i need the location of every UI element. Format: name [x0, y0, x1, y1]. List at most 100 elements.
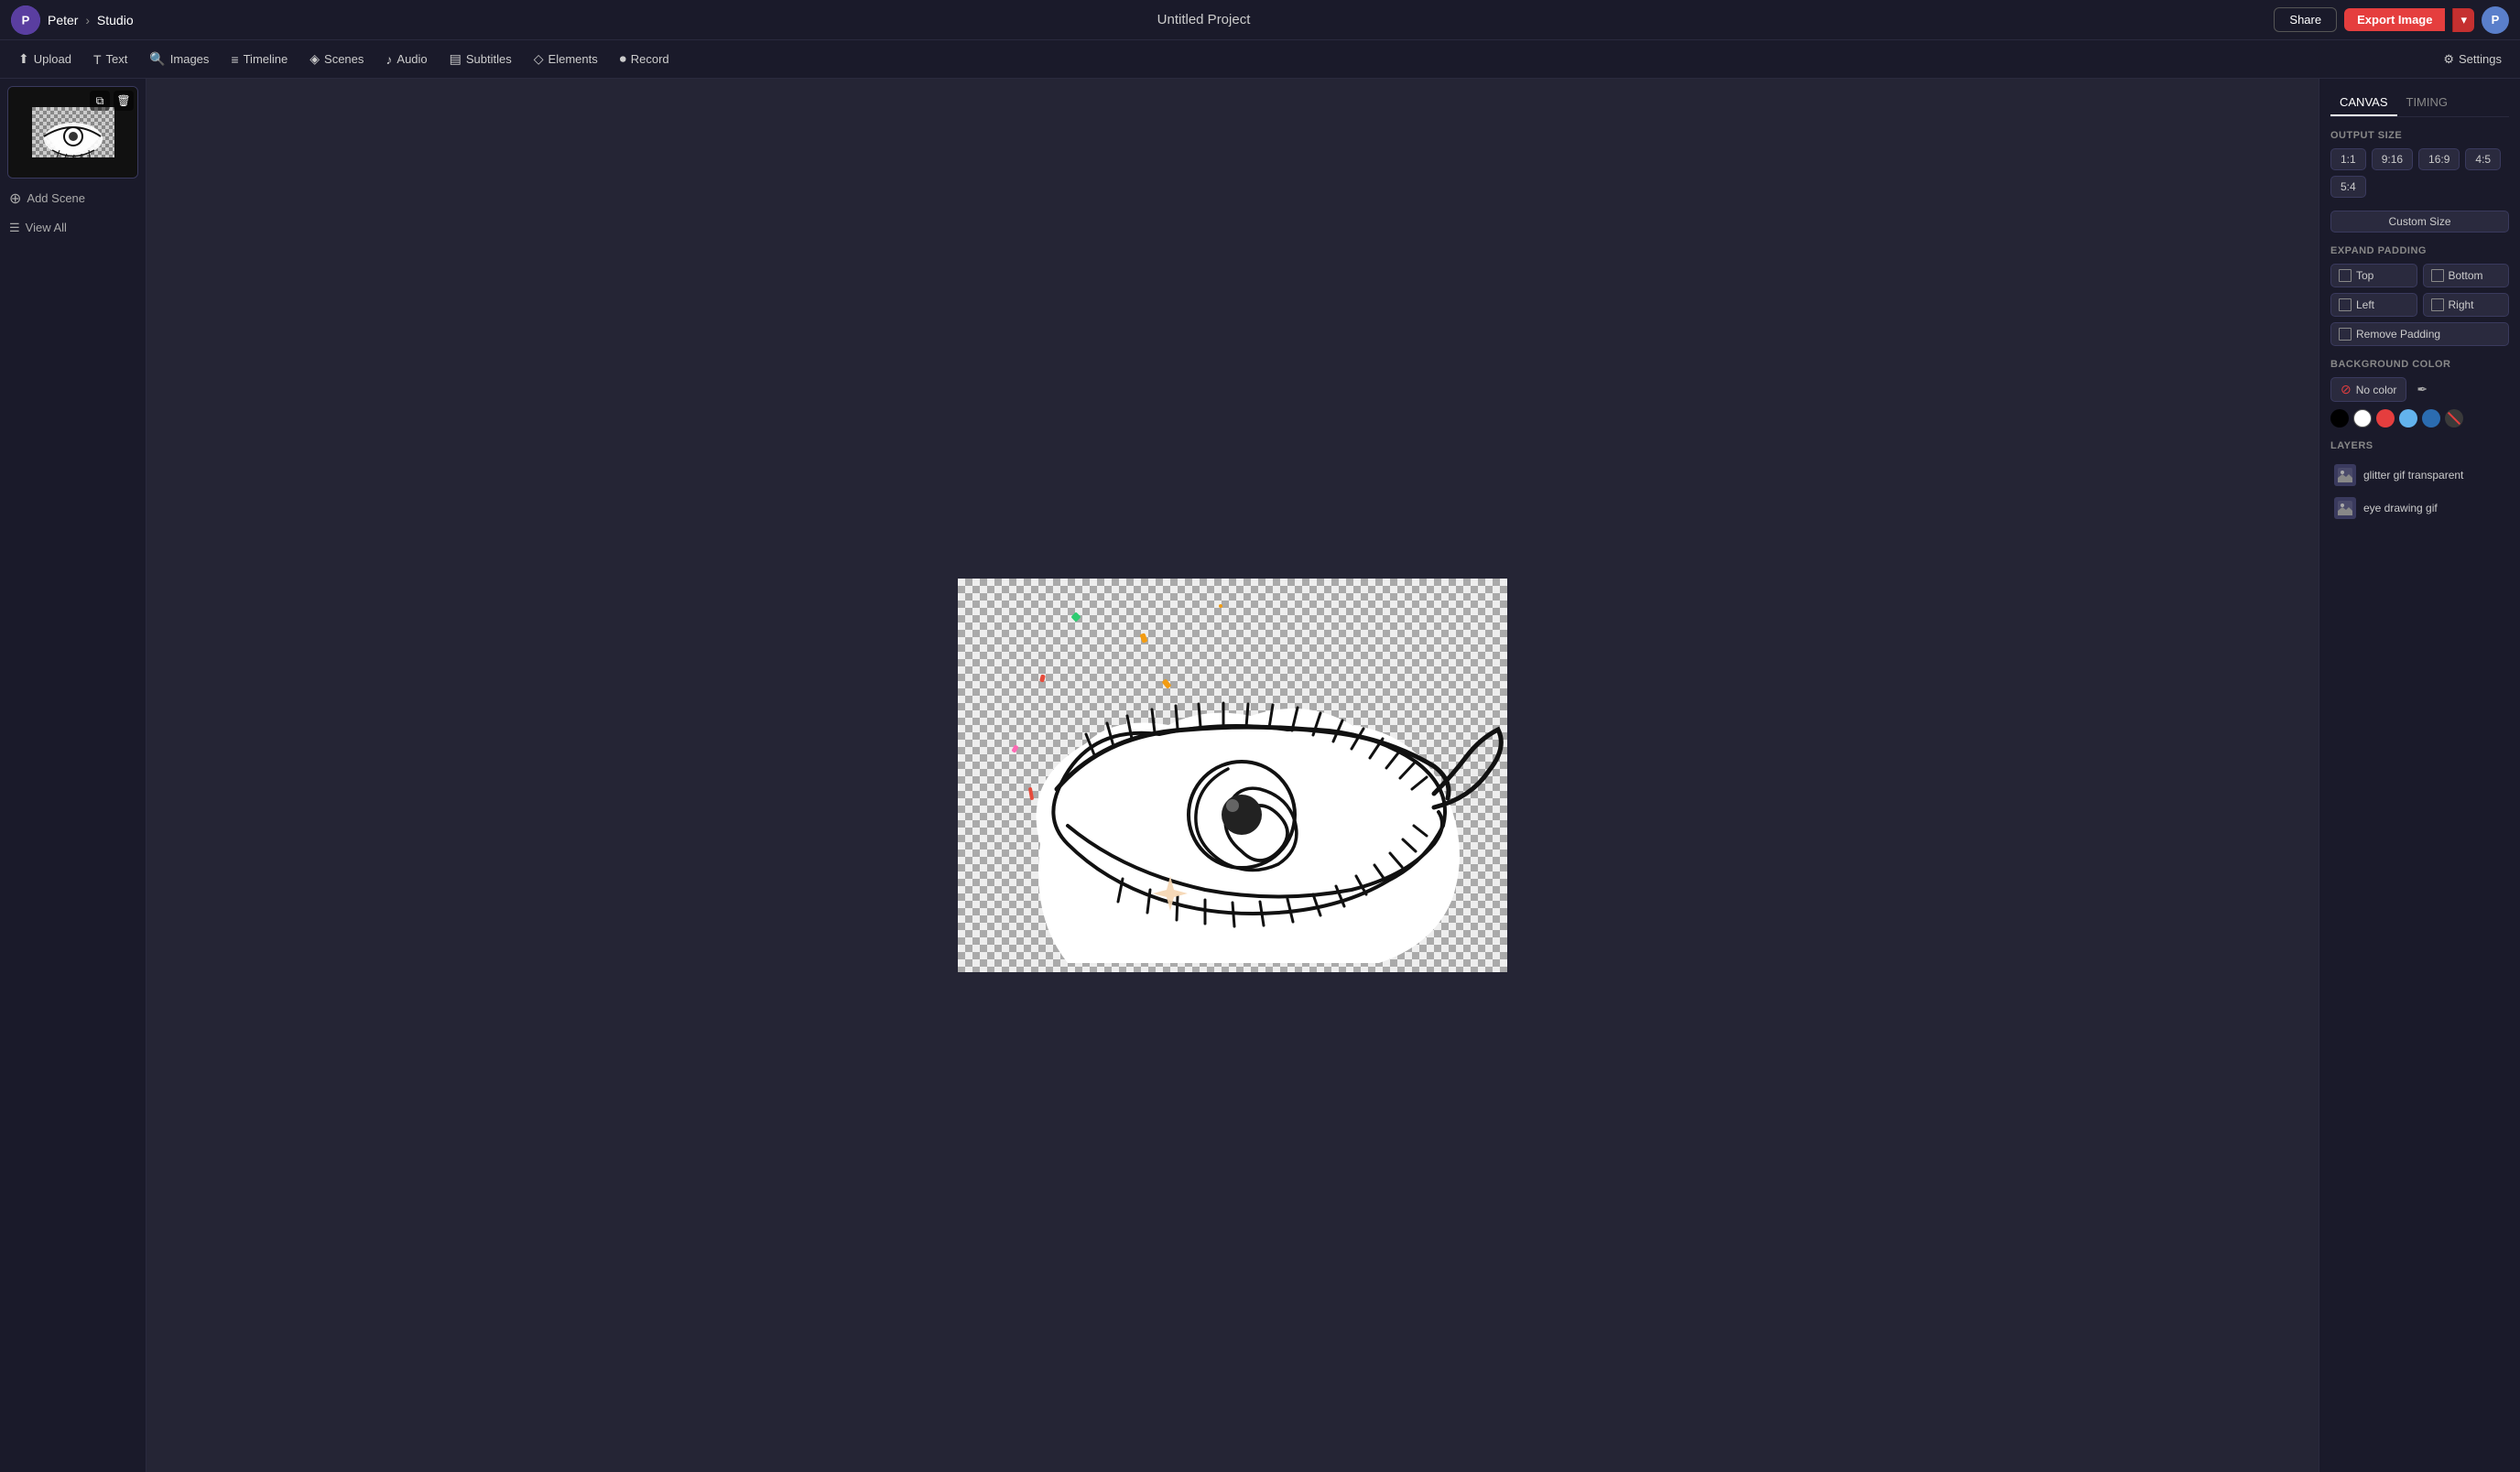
padding-bottom-button[interactable]: Bottom	[2423, 264, 2510, 287]
padding-left-button[interactable]: Left	[2330, 293, 2417, 317]
studio-label[interactable]: Studio	[97, 13, 134, 27]
layer-image-icon-2	[2338, 501, 2352, 515]
delete-scene-button[interactable]: 🗑	[114, 91, 134, 111]
color-swatches	[2330, 409, 2509, 428]
topbar-left: P Peter › Studio	[11, 5, 134, 35]
main-layout: ⧉ 🗑	[0, 79, 2520, 1472]
topbar-right: Share Export Image ▾ P	[2274, 6, 2509, 34]
sidebar: ⧉ 🗑	[0, 79, 147, 1472]
no-color-label: No color	[2356, 384, 2397, 396]
right-panel: CANVAS TIMING OUTPUT SIZE 1:1 9:16 16:9 …	[2319, 79, 2520, 1472]
swatch-black[interactable]	[2330, 409, 2349, 428]
toolbar-subtitles-label: Subtitles	[466, 52, 512, 66]
upload-icon: ⬆	[18, 51, 29, 67]
canvas-wrapper[interactable]	[958, 579, 1507, 972]
output-size-grid: 1:1 9:16 16:9 4:5 5:4	[2330, 148, 2509, 198]
background-color-section: BACKGROUND COLOR ⊘ No color ✒	[2330, 359, 2509, 428]
canvas-background	[958, 579, 1507, 972]
swatch-red[interactable]	[2376, 409, 2395, 428]
toolbar-elements[interactable]: ◇ Elements	[525, 47, 607, 71]
layers-label: LAYERS	[2330, 440, 2509, 451]
toolbar-text[interactable]: T Text	[84, 48, 136, 71]
expand-padding-label: EXPAND PADDING	[2330, 245, 2509, 256]
settings-label: Settings	[2459, 52, 2502, 66]
toolbar-scenes-label: Scenes	[324, 52, 364, 66]
size-5-4[interactable]: 5:4	[2330, 176, 2366, 198]
tab-timing[interactable]: TIMING	[2397, 90, 2458, 116]
remove-padding-icon	[2339, 328, 2352, 341]
toolbar-timeline-label: Timeline	[244, 52, 288, 66]
subtitles-icon: ▤	[450, 51, 462, 67]
share-button[interactable]: Share	[2274, 7, 2337, 32]
padding-top-button[interactable]: Top	[2330, 264, 2417, 287]
settings-button[interactable]: ⚙ Settings	[2434, 48, 2511, 71]
layers-section: LAYERS glitter gif transparent	[2330, 440, 2509, 525]
no-color-icon: ⊘	[2341, 382, 2352, 397]
toolbar-elements-label: Elements	[549, 52, 598, 66]
breadcrumb-sep: ›	[85, 13, 90, 27]
layer-name-2: eye drawing gif	[2363, 502, 2438, 514]
toolbar-upload-label: Upload	[34, 52, 71, 66]
padding-right-label: Right	[2449, 298, 2474, 311]
size-9-16[interactable]: 9:16	[2372, 148, 2413, 170]
padding-top-icon	[2339, 269, 2352, 282]
toolbar-images-label: Images	[170, 52, 210, 66]
scene-thumbnail[interactable]: ⧉ 🗑	[7, 86, 138, 179]
size-16-9[interactable]: 16:9	[2418, 148, 2460, 170]
view-all-button[interactable]: ☰ View All	[7, 217, 138, 239]
layer-item-1[interactable]: glitter gif transparent	[2330, 459, 2509, 492]
toolbar-record[interactable]: ⏺ Record	[611, 47, 679, 71]
swatch-no-color[interactable]	[2445, 409, 2463, 428]
avatar[interactable]: P	[11, 5, 40, 35]
export-chevron-button[interactable]: ▾	[2452, 8, 2474, 32]
toolbar-scenes[interactable]: ◈ Scenes	[300, 47, 373, 71]
user-name[interactable]: Peter	[48, 13, 78, 27]
svg-text:P: P	[22, 13, 30, 27]
toolbar-images[interactable]: 🔍 Images	[140, 47, 218, 71]
eyedropper-icon: ✒	[2417, 382, 2428, 396]
text-icon: T	[93, 52, 102, 67]
bg-color-label: BACKGROUND COLOR	[2330, 359, 2509, 370]
user-avatar[interactable]: P	[2482, 6, 2509, 34]
toolbar-timeline[interactable]: ≡ Timeline	[222, 48, 297, 71]
expand-padding-section: EXPAND PADDING Top Bottom Left Right	[2330, 245, 2509, 346]
gear-icon: ⚙	[2443, 52, 2454, 67]
breadcrumb: Peter › Studio	[48, 13, 134, 27]
export-button[interactable]: Export Image	[2344, 8, 2445, 31]
tab-canvas[interactable]: CANVAS	[2330, 90, 2397, 116]
scene-thumb-actions: ⧉ 🗑	[90, 91, 134, 111]
duplicate-scene-button[interactable]: ⧉	[90, 91, 110, 111]
plus-icon: ⊕	[9, 189, 21, 208]
padding-buttons-grid: Top Bottom Left Right	[2330, 264, 2509, 317]
timeline-icon: ≡	[231, 52, 238, 67]
toolbar-upload[interactable]: ⬆ Upload	[9, 47, 81, 71]
padding-bottom-label: Bottom	[2449, 269, 2483, 282]
audio-icon: ♪	[386, 52, 392, 67]
swatch-white[interactable]	[2353, 409, 2372, 428]
padding-top-label: Top	[2356, 269, 2373, 282]
padding-right-icon	[2431, 298, 2444, 311]
padding-left-label: Left	[2356, 298, 2374, 311]
record-icon: ⏺	[620, 51, 626, 67]
no-color-swatch-icon	[2446, 410, 2463, 428]
swatch-blue-dark[interactable]	[2422, 409, 2440, 428]
remove-padding-button[interactable]: Remove Padding	[2330, 322, 2509, 346]
no-color-button[interactable]: ⊘ No color	[2330, 377, 2406, 402]
layer-name-1: glitter gif transparent	[2363, 469, 2463, 482]
size-1-1[interactable]: 1:1	[2330, 148, 2366, 170]
view-all-label: View All	[26, 221, 67, 234]
size-4-5[interactable]: 4:5	[2465, 148, 2501, 170]
elements-icon: ◇	[534, 51, 544, 67]
add-scene-label: Add Scene	[27, 191, 85, 205]
custom-size-button[interactable]: Custom Size	[2330, 211, 2509, 233]
toolbar-audio[interactable]: ♪ Audio	[376, 48, 436, 71]
layer-item-2[interactable]: eye drawing gif	[2330, 492, 2509, 525]
eyedropper-button[interactable]: ✒	[2414, 379, 2430, 400]
swatch-blue-light[interactable]	[2399, 409, 2417, 428]
toolbar-subtitles[interactable]: ▤ Subtitles	[440, 47, 521, 71]
remove-padding-label: Remove Padding	[2356, 328, 2440, 341]
bg-color-row: ⊘ No color ✒	[2330, 377, 2509, 402]
add-scene-button[interactable]: ⊕ Add Scene	[7, 186, 138, 211]
padding-right-button[interactable]: Right	[2423, 293, 2510, 317]
toolbar: ⬆ Upload T Text 🔍 Images ≡ Timeline ◈ Sc…	[0, 40, 2520, 79]
